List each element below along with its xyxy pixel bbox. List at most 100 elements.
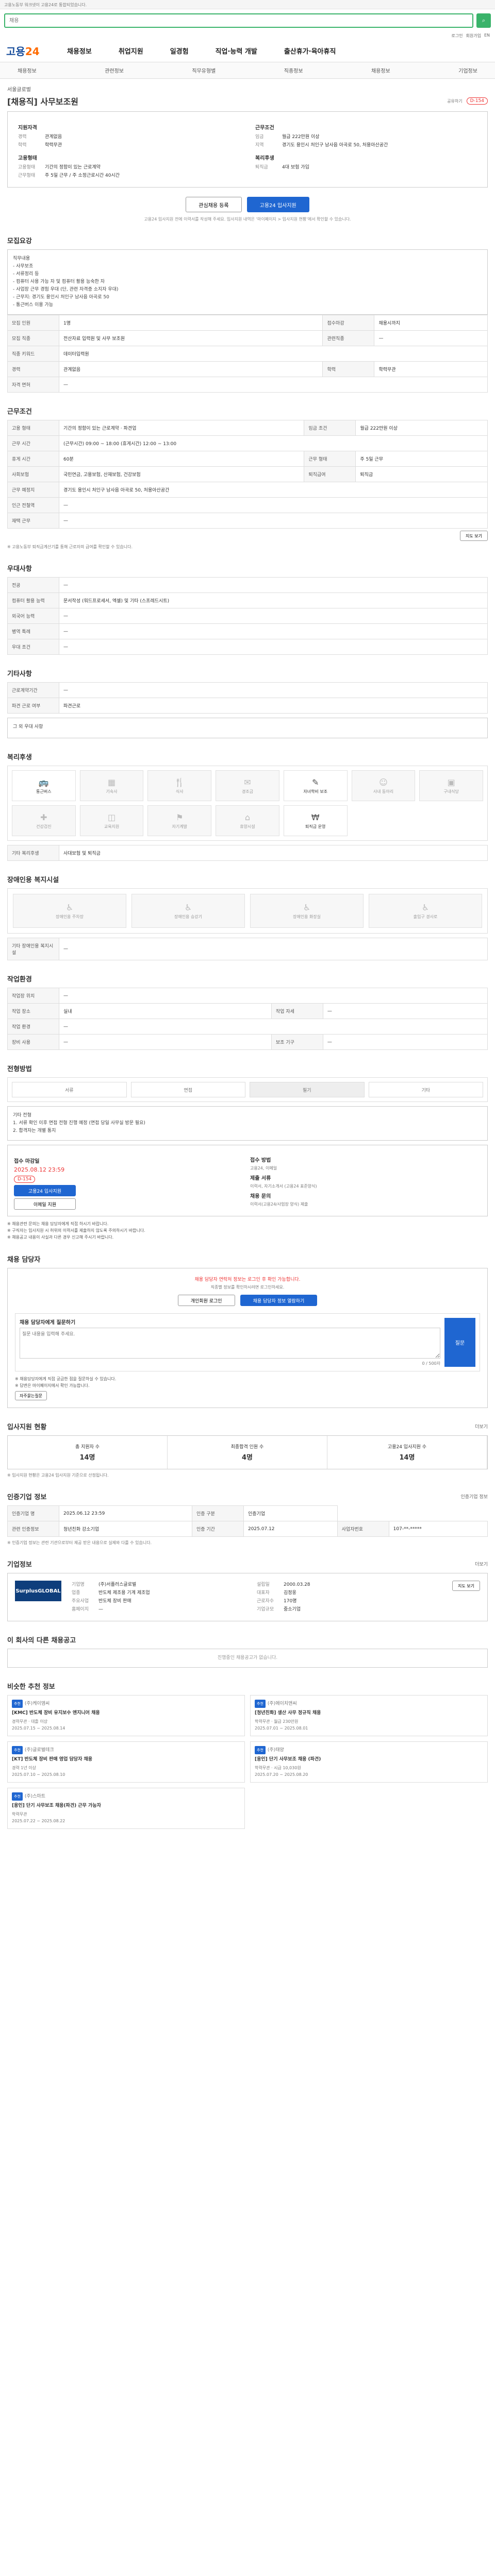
work-table: 작업장 위치 — 작업 장소 실내 작업 자세 — 작업 환경 — 장비 사용 — 보조 기구 — — [7, 988, 488, 1050]
apply-button[interactable]: 고용24 입사지원 — [246, 197, 309, 212]
doc-value: 이력서, 자기소개서 (고용24 표준양식) — [250, 1184, 317, 1189]
company-map-button[interactable]: 지도 보기 — [452, 1581, 480, 1591]
rec-company: (주)에이치앤씨 — [267, 1701, 297, 1706]
summary-key: 퇴직금 — [255, 165, 268, 170]
company-name[interactable]: 서울글로벌 — [7, 85, 488, 93]
summary-key: 학력 — [18, 143, 27, 148]
disabled-label: 장애인용 승강기 — [174, 914, 203, 919]
company-key: 근로자수 — [257, 1599, 274, 1604]
title-row: [채용직] 사무보조원 공유하기 D-154 — [7, 95, 488, 107]
welfare-item: ☺ 사내 동아리 — [351, 770, 416, 801]
login-button[interactable]: 개인회원 로그인 — [177, 1295, 235, 1306]
top-notice: 고용노동부 워크넷이 고용24로 통합되었습니다. — [4, 3, 87, 7]
summary-key: 임금 — [255, 134, 264, 140]
summary-row: 경력 관계없음 — [18, 133, 240, 141]
share-button[interactable]: 공유하기 — [447, 98, 462, 104]
section-etc: 기타사항 근로계약기간 — 파견 근로 여부 파견근로 그 외 우대 사항 — [7, 668, 488, 738]
company-key: 설립일 — [257, 1582, 270, 1587]
table-value: 퇴직금 — [355, 466, 488, 482]
table-row: 외국어 능력 — — [7, 608, 488, 624]
question-input[interactable] — [20, 1328, 440, 1359]
question-submit-button[interactable]: 질문 — [444, 1318, 475, 1367]
question-form: 채용 담당자에게 질문하기 0 / 500자 질문 — [15, 1313, 480, 1371]
sub-nav-item[interactable]: 기업정보 — [458, 66, 477, 74]
faq-button[interactable]: 자주묻는질문 — [15, 1391, 47, 1400]
summary-left-title: 지원자격 — [18, 125, 37, 131]
rec-title[interactable]: [KMC] 반도체 장비 유지보수 엔지니어 채용 — [12, 1709, 240, 1717]
rec-card[interactable]: 추천 (주)글로벌테크 [KT] 반도체 장비 판매 영업 담당자 채용 경력 1년 … — [7, 1741, 245, 1783]
section-work-title: 작업환경 — [7, 976, 32, 984]
table-row: 재택 근무 — — [7, 513, 488, 529]
stat-item: 총 지원자 수 14명 — [8, 1436, 168, 1469]
menu-item[interactable]: 채용정보 — [67, 46, 92, 56]
section-welfare-title: 복리후생 — [7, 754, 32, 761]
email-apply-button[interactable]: 이메일 지원 — [14, 1198, 76, 1210]
rec-title[interactable]: [용인] 단기 사무보조 채용(파견) 근무 가능자 — [12, 1802, 240, 1809]
table-key: 인증 기간 — [191, 1521, 244, 1537]
table-value: — — [374, 330, 488, 346]
search-input[interactable] — [4, 13, 473, 28]
disabled-label: 장애인용 화장실 — [292, 914, 321, 919]
table-row: 전공 — — [7, 577, 488, 593]
summary-row: 고용형태 기간의 정함이 있는 근로계약 — [18, 163, 240, 172]
table-key: 병역 특례 — [7, 623, 59, 639]
rec-card[interactable]: 추천 (주)스마트 [용인] 단기 사무보조 채용(파견) 근무 가능자 학력무관 20… — [7, 1788, 245, 1829]
search-icon[interactable]: ⌕ — [476, 13, 491, 28]
view-contact-button[interactable]: 채용 담당자 정보 열람하기 — [240, 1295, 318, 1306]
table-value: 1명 — [58, 315, 323, 331]
section-support-title: 전형방법 — [7, 1065, 32, 1073]
map-button[interactable]: 지도 보기 — [460, 531, 488, 541]
rec-card[interactable]: 추천 (주)태양 [용인] 단기 사무보조 채용 (파견) 학력무관 · 시급 10,… — [250, 1741, 488, 1783]
stat-more-link[interactable]: 더보기 — [475, 1423, 488, 1430]
save-button[interactable]: 관심채용 등록 — [186, 197, 242, 212]
welfare-extra-label: 기타 복리후생 — [7, 845, 59, 861]
table-key: 컴퓨터 활용 능력 — [7, 592, 59, 608]
company-more-link[interactable]: 더보기 — [475, 1561, 488, 1567]
table-key: 근무 시간 — [7, 435, 59, 451]
logo-suffix: 24 — [25, 45, 40, 58]
welfare-label: 교육지원 — [104, 824, 120, 829]
info-foot: ※ 인증기업 정보는 관련 기관으로부터 제공 받은 내용으로 실제와 다를 수… — [7, 1540, 152, 1545]
menu-item[interactable]: 일경험 — [170, 46, 189, 56]
sub-nav-item[interactable]: 직종정보 — [284, 66, 303, 74]
info-more-link[interactable]: 인증기업 정보 — [460, 1493, 488, 1500]
page-title: [채용직] 사무보조원 — [7, 97, 78, 107]
table-key: 인근 전철역 — [7, 497, 59, 513]
table-row: 모집 인원 1명 접수마감 채용시까지 — [7, 315, 488, 331]
accessibility-icon: ♿ — [184, 902, 192, 912]
summary-row: 퇴직금 4대 보험 가입 — [255, 163, 477, 172]
support-note: ※ 채용관련 문의는 채용 담당자에게 직접 하시기 바랍니다. — [7, 1222, 109, 1226]
table-value: 데이터입력원 — [59, 346, 488, 362]
util-link[interactable]: 회원가입 — [466, 33, 481, 39]
table-row: 파견 근로 여부 파견근로 — [7, 698, 488, 714]
rec-title[interactable]: [KT] 반도체 장비 판매 영업 담당자 채용 — [12, 1756, 240, 1763]
sub-nav-item[interactable]: 직무유형별 — [192, 66, 216, 74]
logo[interactable]: 고용24 — [6, 43, 58, 58]
sub-nav-item[interactable]: 채용정보 — [371, 66, 390, 74]
company-value: 중소기업 — [284, 1607, 301, 1612]
table-value: 파견근로 — [59, 698, 488, 714]
menu-item[interactable]: 출산휴가·육아휴직 — [284, 46, 336, 56]
company-row: 대표자 김정웅 — [257, 1589, 442, 1597]
util-link[interactable]: 로그인 — [451, 33, 463, 39]
welfare-extra: 기타 복리후생 사대보험 및 퇴직금 — [7, 845, 488, 861]
stat-label: 최종합격 인원 수 — [230, 1445, 264, 1450]
section-pref: 우대사항 전공 — 컴퓨터 활용 능력 문서작성 (워드프로세서, 엑셀) 및 기타 … — [7, 563, 488, 655]
apply-button-2[interactable]: 고용24 입사지원 — [14, 1185, 76, 1196]
others-empty: 진행중인 채용공고가 없습니다. — [7, 1649, 488, 1668]
rec-card[interactable]: 추천 (주)케이엠씨 [KMC] 반도체 장비 유지보수 엔지니어 채용 경력무관 ·… — [7, 1695, 245, 1736]
rec-title[interactable]: [청년친화] 생산 사무 정규직 채용 — [255, 1709, 483, 1717]
welfare-icon: ▦ — [108, 777, 116, 787]
sub-nav-item[interactable]: 채용정보 — [18, 66, 37, 74]
welfare-icon: ⌂ — [244, 812, 251, 822]
rec-title[interactable]: [용인] 단기 사무보조 채용 (파견) — [255, 1756, 483, 1763]
qna-notes: ※ 채용담당자에게 직접 궁금한 점을 질문하실 수 있습니다. ※ 답변은 마이… — [15, 1376, 480, 1389]
menu-item[interactable]: 직업·능력 개발 — [216, 46, 257, 56]
action-buttons: 관심채용 등록 고용24 입사지원 — [7, 197, 488, 212]
util-link[interactable]: EN — [484, 33, 490, 39]
sub-nav-item[interactable]: 관련정보 — [105, 66, 124, 74]
menu-item[interactable]: 취업지원 — [119, 46, 143, 56]
support-note: ※ 구직자는 입사지원 시 허위의 이력서를 제출하지 않도록 주의하시기 바랍… — [7, 1228, 145, 1233]
rec-card[interactable]: 추천 (주)에이치앤씨 [청년친화] 생산 사무 정규직 채용 학력무관 · 월급 2… — [250, 1695, 488, 1736]
stat-box: 총 지원자 수 14명 최종합격 인원 수 4명 고용24 입사지원 수 14명 — [7, 1435, 488, 1469]
